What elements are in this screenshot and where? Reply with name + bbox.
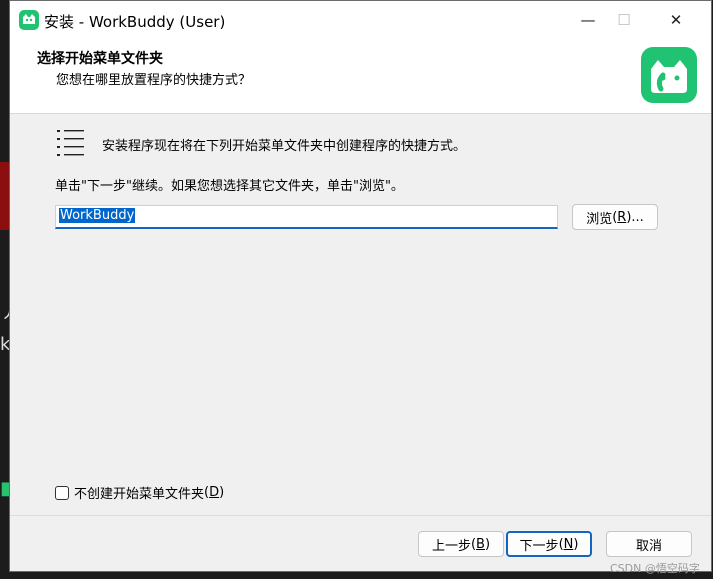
cancel-button[interactable]: 取消 — [606, 531, 692, 557]
list-icon — [57, 130, 84, 156]
app-icon — [19, 10, 39, 30]
window-title: 安装 - WorkBuddy (User) — [44, 13, 226, 31]
maximize-button[interactable]: ☐ — [594, 1, 654, 39]
title-bar: 安装 - WorkBuddy (User) — ☐ ✕ — [10, 1, 711, 39]
workbuddy-logo-icon — [641, 47, 697, 103]
page-title: 选择开始菜单文件夹 — [37, 51, 163, 67]
installer-window: 安装 - WorkBuddy (User) — ☐ ✕ 选择开始菜单文件夹 您想… — [9, 0, 712, 572]
close-button[interactable]: ✕ — [646, 1, 706, 39]
no-folder-label: 不创建开始菜单文件夹 — [74, 487, 205, 502]
start-menu-folder-input[interactable]: WorkBuddy — [55, 205, 558, 229]
back-button[interactable]: 上一步(B) — [418, 531, 504, 557]
page-subtitle: 您想在哪里放置程序的快捷方式？ — [56, 73, 252, 88]
maximize-icon: ☐ — [617, 11, 631, 29]
no-folder-checkbox[interactable] — [55, 485, 69, 500]
close-icon: ✕ — [669, 11, 683, 29]
instruction-text: 单击"下一步"继续。如果您想选择其它文件夹，单击"浏览"。 — [55, 179, 404, 194]
folder-value: WorkBuddy — [59, 208, 136, 223]
background-fragment — [0, 162, 9, 230]
next-button[interactable]: 下一步(N) — [506, 531, 592, 557]
browse-button[interactable]: 浏览(R)... — [572, 204, 658, 230]
footer-divider — [10, 515, 711, 516]
wizard-header: 选择开始菜单文件夹 您想在哪里放置程序的快捷方式？ — [10, 39, 711, 114]
watermark: CSDN @悟空码字 — [610, 562, 700, 575]
intro-text: 安装程序现在将在下列开始菜单文件夹中创建程序的快捷方式。 — [102, 139, 467, 154]
no-folder-option[interactable]: 不创建开始菜单文件夹 (D) — [55, 483, 224, 502]
